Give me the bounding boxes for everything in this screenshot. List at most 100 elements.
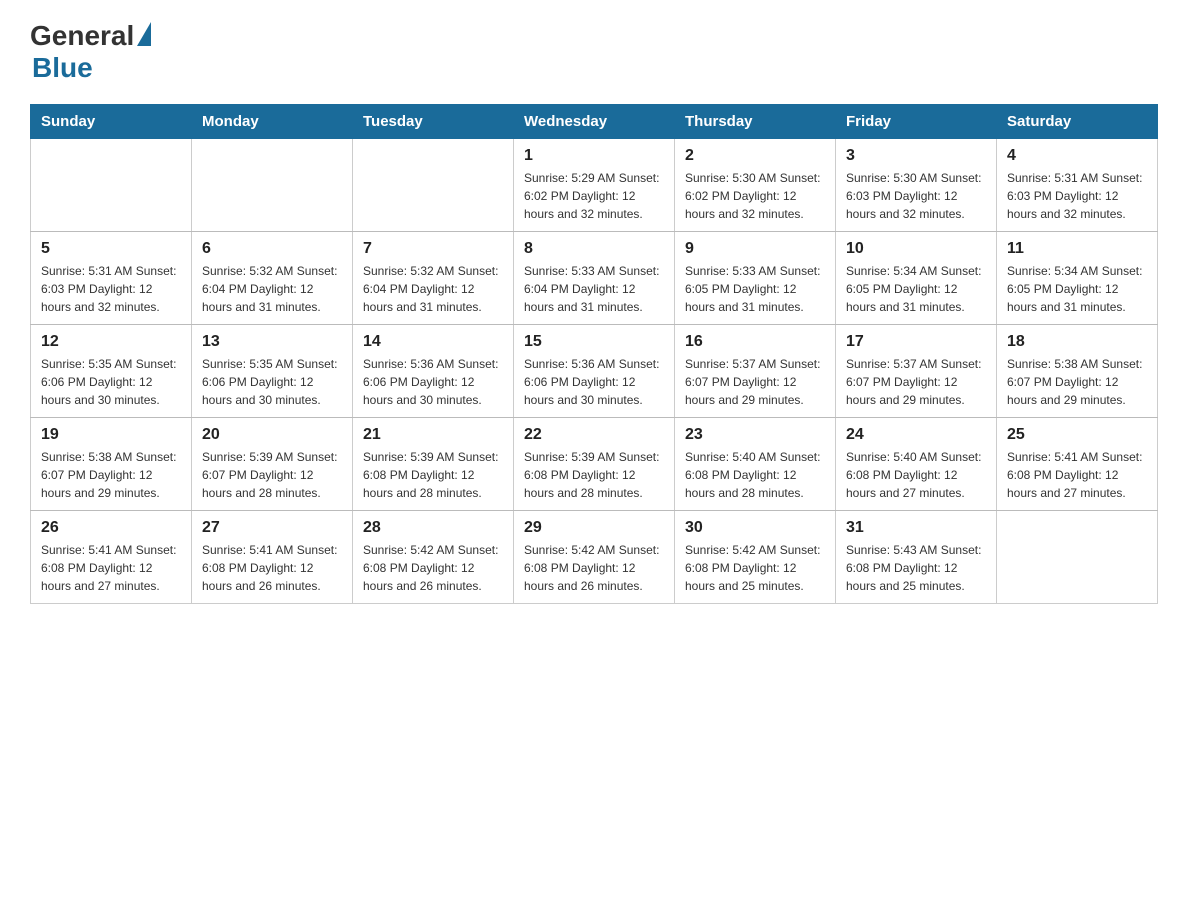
day-info: Sunrise: 5:37 AM Sunset: 6:07 PM Dayligh…	[685, 355, 825, 409]
calendar-cell: 18 Sunrise: 5:38 AM Sunset: 6:07 PM Dayli…	[997, 325, 1158, 418]
calendar-cell: 5Sunrise: 5:31 AM Sunset: 6:03 PM Daylig…	[31, 232, 192, 325]
calendar-cell	[192, 139, 353, 232]
day-info: Sunrise: 5:38 AM Sunset: 6:07 PM Dayligh…	[1007, 355, 1147, 409]
day-number: 11	[1007, 240, 1147, 258]
calendar-cell: 15 Sunrise: 5:36 AM Sunset: 6:06 PM Dayli…	[514, 325, 675, 418]
calendar-cell: 14 Sunrise: 5:36 AM Sunset: 6:06 PM Dayli…	[353, 325, 514, 418]
calendar-table: SundayMondayTuesdayWednesdayThursdayFrid…	[30, 104, 1158, 604]
calendar-cell: 16Sunrise: 5:37 AM Sunset: 6:07 PM Dayli…	[675, 325, 836, 418]
calendar-cell: 8 Sunrise: 5:33 AM Sunset: 6:04 PM Daylig…	[514, 232, 675, 325]
calendar-cell: 21 Sunrise: 5:39 AM Sunset: 6:08 PM Dayli…	[353, 418, 514, 511]
day-info: Sunrise: 5:40 AM Sunset: 6:08 PM Dayligh…	[846, 448, 986, 502]
day-info: Sunrise: 5:42 AM Sunset: 6:08 PM Dayligh…	[685, 541, 825, 595]
day-number: 3	[846, 147, 986, 165]
day-info: Sunrise: 5:35 AM Sunset: 6:06 PM Dayligh…	[41, 355, 181, 409]
day-number: 13	[202, 333, 342, 351]
calendar-cell: 23 Sunrise: 5:40 AM Sunset: 6:08 PM Dayli…	[675, 418, 836, 511]
day-number: 31	[846, 519, 986, 537]
calendar-cell: 4Sunrise: 5:31 AM Sunset: 6:03 PM Daylig…	[997, 139, 1158, 232]
day-info: Sunrise: 5:39 AM Sunset: 6:07 PM Dayligh…	[202, 448, 342, 502]
header-day-saturday: Saturday	[997, 105, 1158, 139]
header-day-wednesday: Wednesday	[514, 105, 675, 139]
calendar-cell: 19 Sunrise: 5:38 AM Sunset: 6:07 PM Dayli…	[31, 418, 192, 511]
day-number: 14	[363, 333, 503, 351]
week-row-2: 5Sunrise: 5:31 AM Sunset: 6:03 PM Daylig…	[31, 232, 1158, 325]
calendar-cell: 30 Sunrise: 5:42 AM Sunset: 6:08 PM Dayli…	[675, 511, 836, 604]
day-number: 23	[685, 426, 825, 444]
logo: General Blue	[30, 20, 151, 84]
day-number: 15	[524, 333, 664, 351]
day-number: 20	[202, 426, 342, 444]
calendar-cell: 13 Sunrise: 5:35 AM Sunset: 6:06 PM Dayli…	[192, 325, 353, 418]
calendar-cell: 1Sunrise: 5:29 AM Sunset: 6:02 PM Daylig…	[514, 139, 675, 232]
header-day-thursday: Thursday	[675, 105, 836, 139]
day-number: 2	[685, 147, 825, 165]
calendar-cell: 24 Sunrise: 5:40 AM Sunset: 6:08 PM Dayli…	[836, 418, 997, 511]
calendar-cell: 22 Sunrise: 5:39 AM Sunset: 6:08 PM Dayli…	[514, 418, 675, 511]
calendar-cell	[997, 511, 1158, 604]
day-info: Sunrise: 5:43 AM Sunset: 6:08 PM Dayligh…	[846, 541, 986, 595]
calendar-cell: 10Sunrise: 5:34 AM Sunset: 6:05 PM Dayli…	[836, 232, 997, 325]
day-number: 26	[41, 519, 181, 537]
day-info: Sunrise: 5:37 AM Sunset: 6:07 PM Dayligh…	[846, 355, 986, 409]
day-number: 8	[524, 240, 664, 258]
calendar-cell	[353, 139, 514, 232]
day-info: Sunrise: 5:41 AM Sunset: 6:08 PM Dayligh…	[1007, 448, 1147, 502]
logo-blue-text: Blue	[32, 52, 93, 84]
day-info: Sunrise: 5:36 AM Sunset: 6:06 PM Dayligh…	[524, 355, 664, 409]
logo-general-text: General	[30, 20, 134, 52]
calendar-cell: 17 Sunrise: 5:37 AM Sunset: 6:07 PM Dayli…	[836, 325, 997, 418]
day-info: Sunrise: 5:30 AM Sunset: 6:02 PM Dayligh…	[685, 169, 825, 223]
day-number: 27	[202, 519, 342, 537]
calendar-cell: 2 Sunrise: 5:30 AM Sunset: 6:02 PM Daylig…	[675, 139, 836, 232]
day-info: Sunrise: 5:31 AM Sunset: 6:03 PM Dayligh…	[41, 262, 181, 316]
header-row: SundayMondayTuesdayWednesdayThursdayFrid…	[31, 105, 1158, 139]
day-info: Sunrise: 5:33 AM Sunset: 6:05 PM Dayligh…	[685, 262, 825, 316]
day-info: Sunrise: 5:42 AM Sunset: 6:08 PM Dayligh…	[524, 541, 664, 595]
day-info: Sunrise: 5:33 AM Sunset: 6:04 PM Dayligh…	[524, 262, 664, 316]
day-number: 17	[846, 333, 986, 351]
day-info: Sunrise: 5:29 AM Sunset: 6:02 PM Dayligh…	[524, 169, 664, 223]
calendar-cell: 29 Sunrise: 5:42 AM Sunset: 6:08 PM Dayli…	[514, 511, 675, 604]
calendar-cell: 7Sunrise: 5:32 AM Sunset: 6:04 PM Daylig…	[353, 232, 514, 325]
day-number: 9	[685, 240, 825, 258]
calendar-cell	[31, 139, 192, 232]
calendar-cell: 25 Sunrise: 5:41 AM Sunset: 6:08 PM Dayli…	[997, 418, 1158, 511]
day-number: 4	[1007, 147, 1147, 165]
day-info: Sunrise: 5:40 AM Sunset: 6:08 PM Dayligh…	[685, 448, 825, 502]
day-number: 21	[363, 426, 503, 444]
day-info: Sunrise: 5:41 AM Sunset: 6:08 PM Dayligh…	[41, 541, 181, 595]
day-info: Sunrise: 5:36 AM Sunset: 6:06 PM Dayligh…	[363, 355, 503, 409]
day-number: 30	[685, 519, 825, 537]
day-info: Sunrise: 5:39 AM Sunset: 6:08 PM Dayligh…	[363, 448, 503, 502]
day-info: Sunrise: 5:30 AM Sunset: 6:03 PM Dayligh…	[846, 169, 986, 223]
header: General Blue	[30, 20, 1158, 84]
header-day-friday: Friday	[836, 105, 997, 139]
week-row-1: 1Sunrise: 5:29 AM Sunset: 6:02 PM Daylig…	[31, 139, 1158, 232]
day-info: Sunrise: 5:38 AM Sunset: 6:07 PM Dayligh…	[41, 448, 181, 502]
day-number: 29	[524, 519, 664, 537]
day-number: 28	[363, 519, 503, 537]
day-number: 12	[41, 333, 181, 351]
calendar-cell: 12 Sunrise: 5:35 AM Sunset: 6:06 PM Dayli…	[31, 325, 192, 418]
logo-triangle-icon	[137, 22, 151, 46]
calendar-cell: 31 Sunrise: 5:43 AM Sunset: 6:08 PM Dayli…	[836, 511, 997, 604]
calendar-cell: 20 Sunrise: 5:39 AM Sunset: 6:07 PM Dayli…	[192, 418, 353, 511]
day-info: Sunrise: 5:42 AM Sunset: 6:08 PM Dayligh…	[363, 541, 503, 595]
week-row-4: 19 Sunrise: 5:38 AM Sunset: 6:07 PM Dayli…	[31, 418, 1158, 511]
week-row-5: 26 Sunrise: 5:41 AM Sunset: 6:08 PM Dayli…	[31, 511, 1158, 604]
day-info: Sunrise: 5:35 AM Sunset: 6:06 PM Dayligh…	[202, 355, 342, 409]
day-info: Sunrise: 5:41 AM Sunset: 6:08 PM Dayligh…	[202, 541, 342, 595]
calendar-cell: 11Sunrise: 5:34 AM Sunset: 6:05 PM Dayli…	[997, 232, 1158, 325]
week-row-3: 12 Sunrise: 5:35 AM Sunset: 6:06 PM Dayli…	[31, 325, 1158, 418]
day-number: 24	[846, 426, 986, 444]
day-number: 19	[41, 426, 181, 444]
day-number: 6	[202, 240, 342, 258]
day-info: Sunrise: 5:39 AM Sunset: 6:08 PM Dayligh…	[524, 448, 664, 502]
day-number: 22	[524, 426, 664, 444]
day-number: 18	[1007, 333, 1147, 351]
day-number: 7	[363, 240, 503, 258]
day-number: 10	[846, 240, 986, 258]
day-info: Sunrise: 5:32 AM Sunset: 6:04 PM Dayligh…	[202, 262, 342, 316]
day-number: 25	[1007, 426, 1147, 444]
